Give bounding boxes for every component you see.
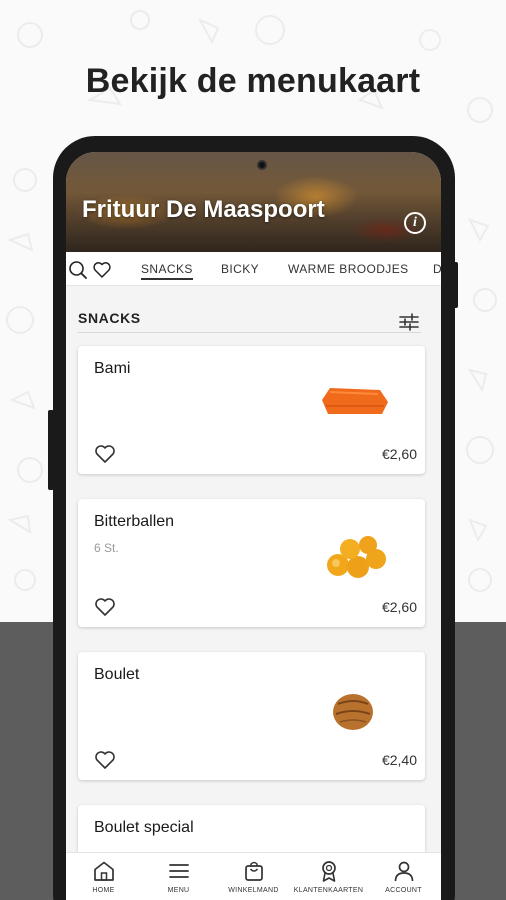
person-icon — [394, 861, 413, 882]
phone-screen: Frituur De Maaspoort i SNACKS BICKY WARM… — [66, 152, 441, 900]
product-card[interactable]: Bitterballen 6 St. €2,60 — [78, 499, 425, 627]
nav-label: MENU — [167, 887, 190, 894]
nav-label: WINKELMAND — [228, 887, 279, 894]
tab-bicky[interactable]: BICKY — [221, 262, 259, 276]
product-price: €2,60 — [381, 599, 417, 615]
nav-winkelmand[interactable]: WINKELMAND — [216, 859, 291, 894]
menu-icon — [168, 864, 189, 878]
restaurant-hero-image: Frituur De Maaspoort i — [66, 152, 441, 252]
nav-home[interactable]: HOME — [66, 859, 141, 894]
info-icon[interactable]: i — [404, 212, 426, 234]
product-card[interactable]: Bami €2,60 — [78, 346, 425, 474]
product-name: Bami — [94, 360, 131, 377]
nav-label: KLANTENKAARTEN — [293, 887, 364, 894]
front-camera — [257, 160, 267, 170]
tab-partial[interactable]: D — [433, 262, 441, 276]
phone-power-button — [48, 410, 54, 490]
product-card[interactable]: Boulet €2,40 — [78, 652, 425, 780]
shopping-bag-icon — [244, 861, 263, 881]
bami-snack-image — [322, 388, 388, 414]
award-icon — [321, 861, 336, 882]
favorite-icon[interactable] — [94, 444, 116, 464]
product-name: Boulet special — [94, 819, 194, 836]
section-divider — [78, 332, 421, 333]
favorite-icon[interactable] — [94, 750, 116, 770]
tab-snacks[interactable]: SNACKS — [141, 262, 193, 280]
page-headline: Bekijk de menukaart — [85, 62, 421, 100]
section-title: SNACKS — [78, 310, 141, 326]
product-description: 6 St. — [94, 541, 119, 555]
bitterballen-image — [327, 536, 386, 578]
phone-volume-button — [453, 262, 458, 308]
nav-label: ACCOUNT — [385, 887, 422, 894]
tab-warme-broodjes[interactable]: WARME BROODJES — [288, 262, 409, 276]
sliders-icon[interactable] — [398, 312, 420, 332]
product-name: Boulet — [94, 666, 140, 683]
home-icon — [93, 861, 114, 881]
nav-account[interactable]: ACCOUNT — [366, 859, 441, 894]
boulet-image — [333, 694, 373, 730]
product-price: €2,60 — [381, 446, 417, 462]
nav-menu[interactable]: MENU — [141, 859, 216, 894]
nav-label: HOME — [92, 887, 115, 894]
restaurant-name: Frituur De Maaspoort — [82, 196, 325, 223]
product-name: Bitterballen — [94, 513, 175, 530]
favorite-icon[interactable] — [94, 597, 116, 617]
search-icon[interactable] — [68, 260, 88, 280]
nav-klantenkaarten[interactable]: KLANTENKAARTEN — [291, 859, 366, 894]
category-tabbar: SNACKS BICKY WARME BROODJES D — [66, 252, 441, 286]
bottom-navigation: HOME MENU WINKELMAND KLANTENKAARTEN ACCO… — [66, 852, 441, 900]
heart-icon[interactable] — [92, 260, 112, 280]
product-price: €2,40 — [381, 752, 417, 768]
